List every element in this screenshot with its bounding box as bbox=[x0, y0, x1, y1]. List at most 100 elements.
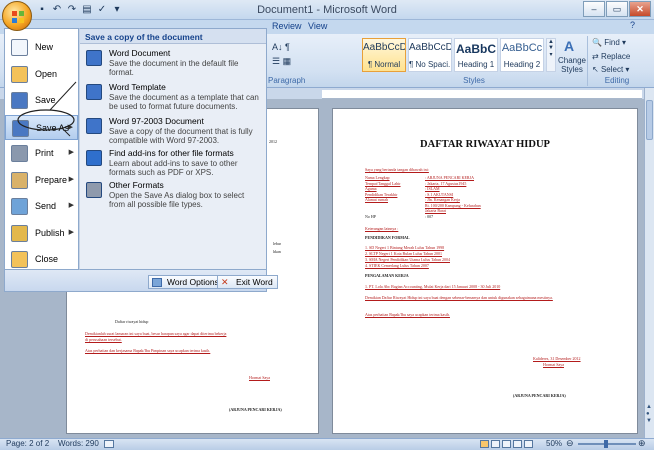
print-preview-icon[interactable]: ▤ bbox=[81, 4, 93, 16]
menu-item-prepare[interactable]: Prepare ▶ bbox=[5, 168, 78, 193]
tab-review[interactable]: Review bbox=[272, 21, 302, 31]
submenu-item-word-97-2003-document[interactable]: Word 97-2003 Document Save a copy of the … bbox=[80, 115, 266, 147]
field-value: : ARJUNA PENCARI KERJA bbox=[425, 175, 475, 180]
submenu-item-description: Open the Save As dialog box to select fr… bbox=[109, 191, 245, 209]
full-screen-icon[interactable] bbox=[491, 440, 500, 448]
submenu-item-other-formats[interactable]: Other Formats Open the Save As dialog box… bbox=[80, 179, 266, 211]
menu-item-save-as[interactable]: Save As ▶ bbox=[5, 114, 78, 140]
menu-item-save[interactable]: Save bbox=[5, 88, 78, 113]
menu-item-print[interactable]: Print ▶ bbox=[5, 141, 78, 166]
field-label: Nama Lengkap bbox=[365, 175, 390, 180]
zoom-slider-thumb[interactable] bbox=[604, 440, 608, 448]
draft-icon[interactable] bbox=[524, 440, 533, 448]
editing-group-label: Editing bbox=[604, 76, 630, 85]
find-button[interactable]: 🔍 Find ▾ bbox=[592, 38, 626, 47]
tab-view[interactable]: View bbox=[308, 21, 327, 31]
horizontal-ruler[interactable] bbox=[322, 90, 642, 99]
style-normal[interactable]: AaBbCcDc ¶ Normal bbox=[362, 38, 406, 72]
menu-item-new[interactable]: New bbox=[5, 35, 78, 60]
field-label: No HP bbox=[365, 213, 377, 219]
styles-group-label: Styles bbox=[463, 76, 485, 85]
submenu-header: Save a copy of the document bbox=[80, 29, 266, 44]
style-label: ¶ No Spaci... bbox=[409, 60, 451, 69]
page-text: di perusahaan tersebut. bbox=[85, 337, 122, 342]
menu-item-send[interactable]: Send ▶ bbox=[5, 194, 78, 219]
close-folder-icon bbox=[11, 251, 28, 268]
save-as-submenu: Save a copy of the document Word Documen… bbox=[79, 28, 267, 270]
spelling-icon[interactable]: ✓ bbox=[96, 4, 108, 16]
office-button[interactable] bbox=[2, 1, 32, 31]
select-icon: ↖ bbox=[592, 65, 599, 74]
maximize-button[interactable]: ▭ bbox=[606, 1, 628, 17]
page-text: PENDIDIKAN FORMAL bbox=[365, 235, 410, 240]
style-heading-1[interactable]: AaBbC Heading 1 bbox=[454, 38, 498, 72]
page-right[interactable]: DAFTAR RIWAYAT HIDUP Saya yang bertanda … bbox=[332, 108, 638, 434]
redo-icon[interactable]: ↷ bbox=[66, 4, 78, 16]
menu-item-label: Save As bbox=[36, 122, 70, 133]
zoom-level[interactable]: 50% bbox=[546, 439, 562, 448]
field-label: Tempat/Tanggal Lahir bbox=[365, 180, 401, 186]
page-text: Demikian Daftar Riwayat Hidup ini saya b… bbox=[365, 295, 553, 300]
vertical-scrollbar[interactable]: ▲ ● ▼ bbox=[644, 88, 654, 438]
close-button[interactable]: ✕ bbox=[629, 1, 651, 17]
minimize-button[interactable]: – bbox=[583, 1, 605, 17]
save-icon[interactable]: ▪ bbox=[36, 4, 48, 16]
page-text: 2. SLTP Negeri 1 Kota Bulan Lulus Tahun … bbox=[365, 251, 443, 256]
outline-icon[interactable] bbox=[513, 440, 522, 448]
customize-qat-icon[interactable]: ▾ bbox=[111, 4, 123, 16]
other-formats-icon bbox=[86, 182, 102, 198]
select-button[interactable]: ↖ Select ▾ bbox=[592, 65, 629, 74]
field-value: : ISLAM bbox=[425, 186, 440, 191]
submenu-item-find-add-ins-for-other-file-formats[interactable]: Find add-ins for other file formats Learn… bbox=[80, 147, 266, 179]
undo-icon[interactable]: ↶ bbox=[51, 4, 63, 16]
proofing-icon[interactable] bbox=[104, 440, 114, 448]
word-options-button[interactable]: Word Options bbox=[148, 275, 224, 289]
submenu-arrow-icon: ▶ bbox=[68, 149, 74, 156]
submenu-arrow-icon: ▶ bbox=[68, 175, 74, 183]
exit-word-button[interactable]: ✕ Exit Word bbox=[217, 275, 278, 289]
menu-item-open[interactable]: Open bbox=[5, 62, 78, 87]
word-97-2003-icon bbox=[86, 118, 102, 134]
document-title: DAFTAR RIWAYAT HIDUP bbox=[420, 139, 550, 150]
browse-object-icon[interactable]: ▲ ● ▼ bbox=[646, 404, 652, 425]
styles-scroll-icon[interactable]: ▲ ▼ ▾ bbox=[546, 38, 556, 72]
style-label: Heading 2 bbox=[503, 60, 541, 69]
zoom-in-icon[interactable]: ⊕ bbox=[638, 438, 646, 449]
scroll-thumb[interactable] bbox=[646, 100, 653, 140]
line-spacing-icon[interactable]: ☰ ▦ bbox=[272, 56, 291, 67]
field-label: Alamat rumah bbox=[365, 197, 388, 202]
submenu-item-description: Save a copy of the document that is full… bbox=[109, 127, 253, 145]
quick-access-toolbar: ▪ ↶ ↷ ▤ ✓ ▾ bbox=[36, 3, 123, 17]
change-styles-button[interactable]: A Change Styles bbox=[558, 36, 586, 76]
submenu-item-word-document[interactable]: Word Document Save the document in the de… bbox=[80, 47, 266, 79]
print-layout-icon[interactable] bbox=[480, 440, 489, 448]
select-label: Select bbox=[600, 65, 624, 74]
submenu-arrow-icon: ▶ bbox=[68, 228, 74, 236]
page-count[interactable]: Page: 2 of 2 bbox=[6, 439, 49, 448]
zoom-out-icon[interactable]: ⊖ bbox=[566, 438, 574, 449]
new-document-icon bbox=[11, 39, 28, 56]
word-count[interactable]: Words: 290 bbox=[58, 439, 99, 448]
submenu-item-title: Word 97-2003 Document bbox=[109, 116, 204, 126]
field-label: Agama bbox=[365, 186, 377, 191]
web-layout-icon[interactable] bbox=[502, 440, 511, 448]
office-logo-icon bbox=[12, 11, 24, 23]
replace-button[interactable]: ⇄ Replace bbox=[592, 52, 630, 61]
menu-item-label: Open bbox=[35, 68, 58, 79]
submenu-arrow-icon: ▶ bbox=[67, 123, 73, 131]
help-icon[interactable]: ? bbox=[630, 20, 642, 32]
style-heading-2[interactable]: AaBbCc Heading 2 bbox=[500, 38, 544, 72]
field-value: Jakarta Barat bbox=[425, 208, 446, 213]
page-text: Kalideres, 31 Desember 2012 bbox=[533, 356, 581, 361]
page-text: lebar bbox=[273, 241, 281, 246]
menu-item-close[interactable]: Close bbox=[5, 247, 78, 272]
style-no-spacing[interactable]: AaBbCcDc ¶ No Spaci... bbox=[408, 38, 452, 72]
field-value: : S.1 AKUTANSI bbox=[425, 191, 454, 197]
menu-item-label: Prepare bbox=[35, 174, 68, 185]
style-sample: AaBbCcDc bbox=[363, 42, 405, 53]
sort-icon[interactable]: A↓ ¶ bbox=[272, 42, 290, 52]
word-options-label: Word Options bbox=[167, 277, 219, 287]
page-text: Atas perhatian Bapak/Ibu saya ucapkan te… bbox=[365, 312, 450, 317]
menu-item-publish[interactable]: Publish ▶ bbox=[5, 221, 78, 246]
submenu-item-word-template[interactable]: Word Template Save the document as a temp… bbox=[80, 81, 266, 113]
